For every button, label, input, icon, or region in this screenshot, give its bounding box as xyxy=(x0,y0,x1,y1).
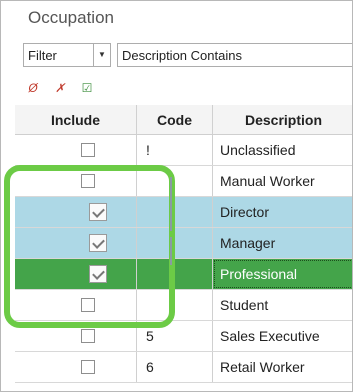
code-cell xyxy=(137,259,213,289)
chevron-down-icon[interactable]: ▼ xyxy=(93,44,110,66)
include-cell xyxy=(15,166,137,196)
code-cell xyxy=(137,197,213,227)
table-row[interactable]: 6 Retail Worker xyxy=(15,352,352,383)
include-cell xyxy=(15,290,137,320)
include-cell xyxy=(15,321,137,351)
include-checkbox-checked[interactable] xyxy=(89,234,107,252)
column-header-include[interactable]: Include xyxy=(15,105,137,135)
table-row[interactable]: Professional xyxy=(15,259,352,290)
panel-title: Occupation xyxy=(28,8,114,27)
code-cell: 5 xyxy=(137,321,213,351)
include-cell xyxy=(15,135,137,165)
include-cell xyxy=(15,197,137,227)
include-cell xyxy=(15,228,137,258)
clear-icon[interactable]: ✗ xyxy=(52,79,68,97)
table-row[interactable]: Student xyxy=(15,290,352,321)
column-header-code[interactable]: Code xyxy=(137,105,213,135)
null-icon[interactable]: Ø xyxy=(25,79,41,97)
filter-mode-select[interactable]: Filter ▼ xyxy=(23,43,111,67)
table-row[interactable]: Manual Worker xyxy=(15,166,352,197)
code-cell xyxy=(137,228,213,258)
description-cell: Sales Executive xyxy=(220,328,320,344)
description-cell: Retail Worker xyxy=(220,359,305,375)
include-checkbox[interactable] xyxy=(81,174,95,188)
occupation-grid: Include Code Description ! Unclassified Ma… xyxy=(15,105,352,391)
include-cell xyxy=(15,352,137,382)
filter-field-select[interactable]: Description Contains xyxy=(117,43,352,67)
description-cell: Manager xyxy=(220,235,276,251)
code-cell: 6 xyxy=(137,352,213,382)
include-checkbox[interactable] xyxy=(81,329,95,343)
description-cell: Director xyxy=(220,204,270,220)
include-checkbox-checked[interactable] xyxy=(89,203,107,221)
code-cell xyxy=(137,290,213,320)
include-checkbox[interactable] xyxy=(81,298,95,312)
description-cell: Student xyxy=(220,297,269,313)
code-cell xyxy=(137,166,213,196)
filter-field-value: Description Contains xyxy=(122,48,242,63)
include-checkbox-checked[interactable] xyxy=(89,265,107,283)
table-row[interactable]: ! Unclassified xyxy=(15,135,352,166)
include-checkbox[interactable] xyxy=(81,360,95,374)
table-row[interactable]: Manager xyxy=(15,228,352,259)
table-row[interactable]: Director xyxy=(15,197,352,228)
description-cell: Unclassified xyxy=(220,142,296,158)
include-checkbox[interactable] xyxy=(81,143,95,157)
filter-mode-value: Filter xyxy=(28,48,57,63)
column-header-description[interactable]: Description xyxy=(213,105,352,135)
description-cell: Professional xyxy=(213,259,352,289)
occupation-panel: Occupation Filter ▼ Description Contains… xyxy=(0,0,353,392)
code-cell: ! xyxy=(137,135,213,165)
table-row[interactable]: 5 Sales Executive xyxy=(15,321,352,352)
edit-checklist-icon[interactable]: ☑ xyxy=(79,79,95,97)
description-cell: Manual Worker xyxy=(220,173,315,189)
include-cell xyxy=(15,259,137,289)
